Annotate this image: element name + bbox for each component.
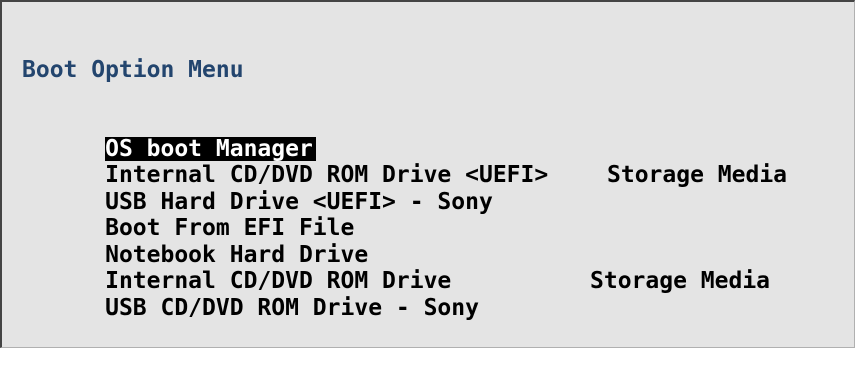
menu-title: Boot Option Menu xyxy=(22,57,244,83)
boot-option-device-type: Storage Media xyxy=(607,162,788,188)
boot-option-label: USB CD/DVD ROM Drive - Sony xyxy=(105,294,479,321)
boot-option-device-type: Storage Media xyxy=(590,268,771,294)
boot-option-usb-hard-drive-uefi[interactable]: USB Hard Drive <UEFI> - Sony Storage Med… xyxy=(22,162,852,214)
boot-option-list: OS boot Manager Internal CD/DVD ROM Driv… xyxy=(22,109,852,320)
boot-option-internal-cd-dvd[interactable]: Internal CD/DVD ROM Drive xyxy=(22,242,852,293)
boot-option-internal-cd-dvd-uefi[interactable]: Internal CD/DVD ROM Drive <UEFI> xyxy=(22,136,852,187)
boot-option-boot-from-efi-file[interactable]: Boot From EFI File xyxy=(22,189,852,240)
boot-option-os-boot-manager[interactable]: OS boot Manager xyxy=(22,109,852,161)
boot-option-usb-cd-dvd[interactable]: USB CD/DVD ROM Drive - Sony Storage Medi… xyxy=(22,268,852,320)
boot-option-screen: Boot Option Menu OS boot Manager Interna… xyxy=(0,0,855,348)
boot-option-notebook-hard-drive[interactable]: Notebook Hard Drive xyxy=(22,215,852,267)
